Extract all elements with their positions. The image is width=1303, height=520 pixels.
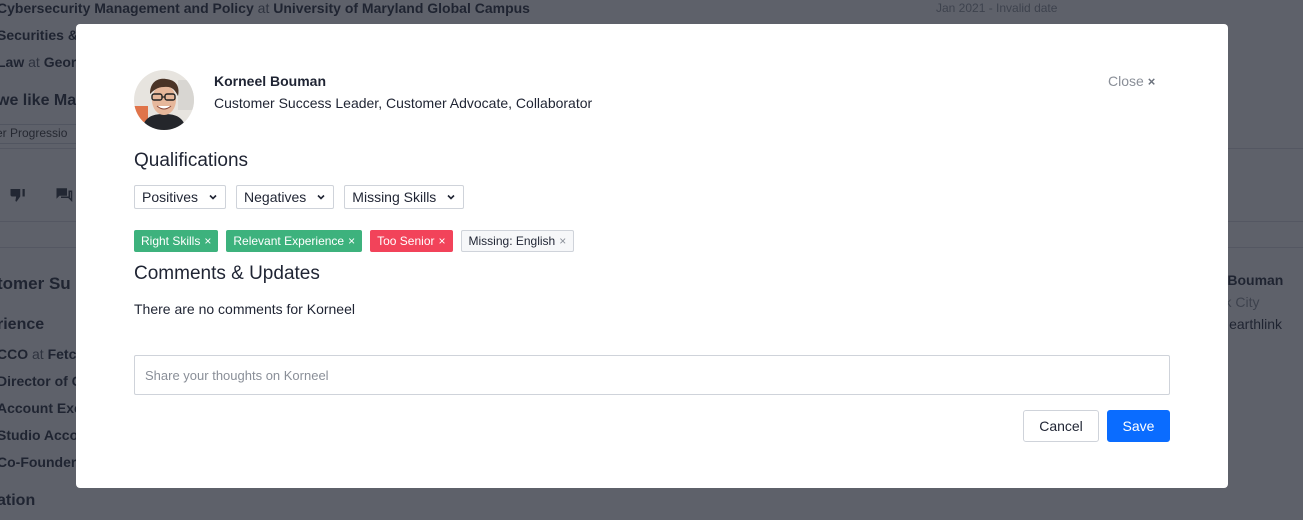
comment-input[interactable] [134,355,1170,395]
remove-tag-icon[interactable]: × [348,234,355,248]
close-label: Close [1108,73,1144,89]
close-button[interactable]: Close × [1108,73,1155,89]
avatar-photo [134,70,194,130]
qualification-dropdowns: Positives Negatives Missing Skills [134,185,465,209]
selected-qualification-tags: Right Skills × Relevant Experience × Too… [134,230,575,252]
avatar [134,70,194,130]
tag-label: Too Senior [377,234,435,248]
comments-title: Comments & Updates [134,263,320,284]
dropdown-label: Negatives [244,189,307,205]
dropdown-label: Missing Skills [352,189,437,205]
tag-label: Right Skills [141,234,201,248]
tag-right-skills: Right Skills × [134,230,219,252]
tag-label: Missing: English [468,234,556,248]
negatives-dropdown[interactable]: Negatives [236,185,335,209]
remove-tag-icon[interactable]: × [439,234,446,248]
tag-missing-english: Missing: English × [460,230,575,252]
dropdown-label: Positives [142,189,199,205]
tag-relevant-experience: Relevant Experience × [226,230,363,252]
candidate-name: Korneel Bouman [214,73,327,89]
tag-too-senior: Too Senior × [370,230,453,252]
close-icon: × [1147,73,1156,89]
save-button[interactable]: Save [1107,410,1170,442]
positives-dropdown[interactable]: Positives [134,185,227,209]
remove-tag-icon[interactable]: × [559,234,566,248]
chevron-down-icon [447,194,455,200]
chevron-down-icon [209,194,217,200]
qualifications-title: Qualifications [134,150,249,171]
missing-skills-dropdown[interactable]: Missing Skills [344,185,465,209]
candidate-qualification-modal: Korneel Bouman Customer Success Leader, … [76,24,1228,488]
remove-tag-icon[interactable]: × [204,234,211,248]
tag-label: Relevant Experience [233,234,345,248]
chevron-down-icon [317,194,325,200]
candidate-headline: Customer Success Leader, Customer Advoca… [214,95,593,111]
no-comments-message: There are no comments for Korneel [134,301,355,317]
cancel-button[interactable]: Cancel [1023,410,1099,442]
